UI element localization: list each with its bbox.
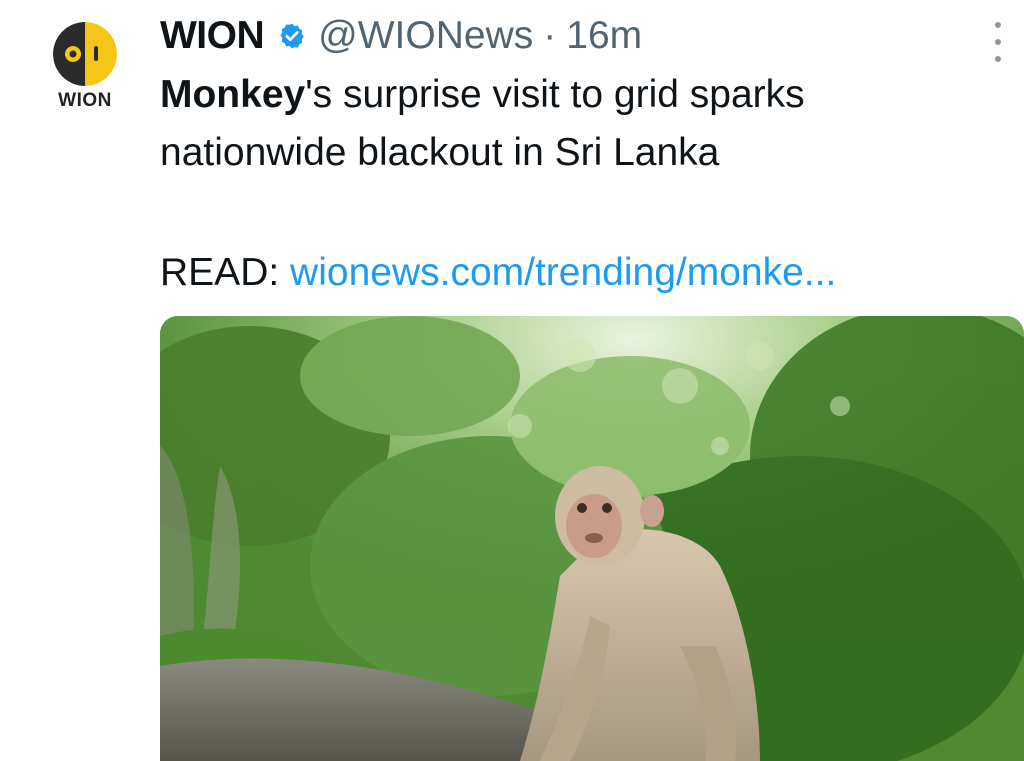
more-vertical-icon[interactable] xyxy=(990,22,1006,62)
verified-badge-icon xyxy=(278,22,306,50)
avatar-wordmark: WION xyxy=(58,90,112,111)
tweet-header: WION @WIONews · 16m xyxy=(160,14,642,58)
tweet-media-image[interactable] xyxy=(160,316,1024,761)
read-prefix: READ: xyxy=(160,251,280,294)
tweet-text: Monkey's surprise visit to grid sparks n… xyxy=(160,66,980,182)
monkey-photo xyxy=(160,316,1024,761)
author-avatar-column[interactable]: WION xyxy=(42,22,128,112)
wion-logo-icon xyxy=(53,22,117,86)
read-line: READ: wionews.com/trending/monke... xyxy=(160,244,836,302)
author-name[interactable]: WION xyxy=(160,14,265,58)
tweet-text-highlight: Monkey xyxy=(160,73,306,116)
header-separator: · xyxy=(543,14,557,57)
author-handle[interactable]: @WIONews xyxy=(318,14,533,58)
tweet-timestamp[interactable]: 16m xyxy=(566,14,642,58)
avatar[interactable] xyxy=(53,22,117,86)
article-link[interactable]: wionews.com/trending/monke... xyxy=(290,251,836,294)
